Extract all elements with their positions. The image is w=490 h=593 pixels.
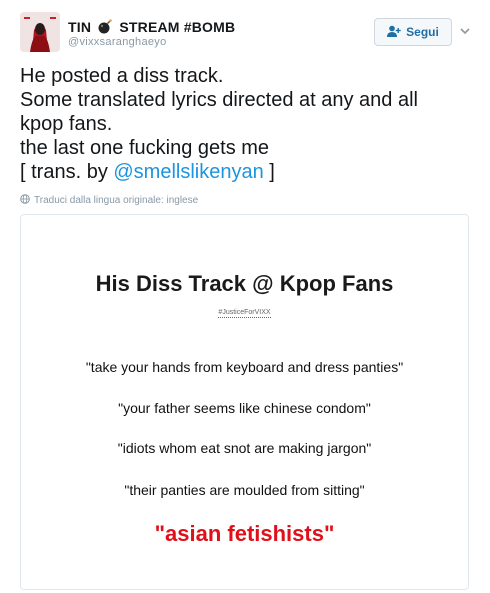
lyric-line: "idiots whom eat snot are making jargon" (117, 440, 372, 456)
follow-button-label: Segui (406, 25, 439, 39)
image-title: His Diss Track @ Kpop Fans (95, 271, 394, 296)
image-hashtag-text: #JusticeForVIXX (218, 309, 271, 318)
lyric-line: "their panties are moulded from sitting" (124, 482, 365, 498)
tweet-line: Some translated lyrics directed at any a… (20, 89, 418, 111)
tweet-line-credit: [ trans. by @smellslikenyan ] (20, 160, 480, 184)
tweet-line: kpop fans. (20, 113, 113, 135)
tweet-header: TIN STREAM #BOMB @vixxsaranghaeyo Segui (20, 12, 480, 56)
image-highlight: "asian fetishists" (154, 521, 335, 546)
user-handle[interactable]: @vixxsaranghaeyo (68, 36, 167, 48)
chevron-down-icon[interactable] (458, 24, 472, 38)
add-user-icon (387, 25, 401, 40)
translate-link[interactable]: Traduci dalla lingua originale: inglese (20, 194, 198, 207)
mention-link[interactable]: @smellslikenyan (113, 161, 263, 183)
tweet-text: He posted a diss track. Some translated … (20, 64, 480, 184)
lyric-line: "take your hands from keyboard and dress… (85, 359, 404, 375)
avatar[interactable] (20, 12, 60, 52)
translate-label: Traduci dalla lingua originale: inglese (34, 195, 199, 206)
credit-suffix: ] (263, 161, 275, 183)
bomb-icon (97, 18, 113, 37)
display-name-part2[interactable]: STREAM #BOMB (119, 19, 235, 35)
globe-icon (20, 194, 30, 207)
tweet-line: the last one fucking gets me (20, 137, 270, 159)
credit-prefix: [ trans. by (20, 161, 114, 183)
follow-button[interactable]: Segui (374, 18, 452, 46)
lyric-line: "your father seems like chinese condom" (118, 400, 371, 416)
image-hashtag: #JusticeForVIXX (21, 309, 468, 318)
tweet-line: He posted a diss track. (20, 65, 224, 87)
display-name[interactable]: TIN STREAM #BOMB (68, 18, 235, 37)
display-name-part1[interactable]: TIN (68, 19, 91, 35)
tweet-media-image[interactable]: His Diss Track @ Kpop Fans #JusticeForVI… (20, 214, 469, 590)
